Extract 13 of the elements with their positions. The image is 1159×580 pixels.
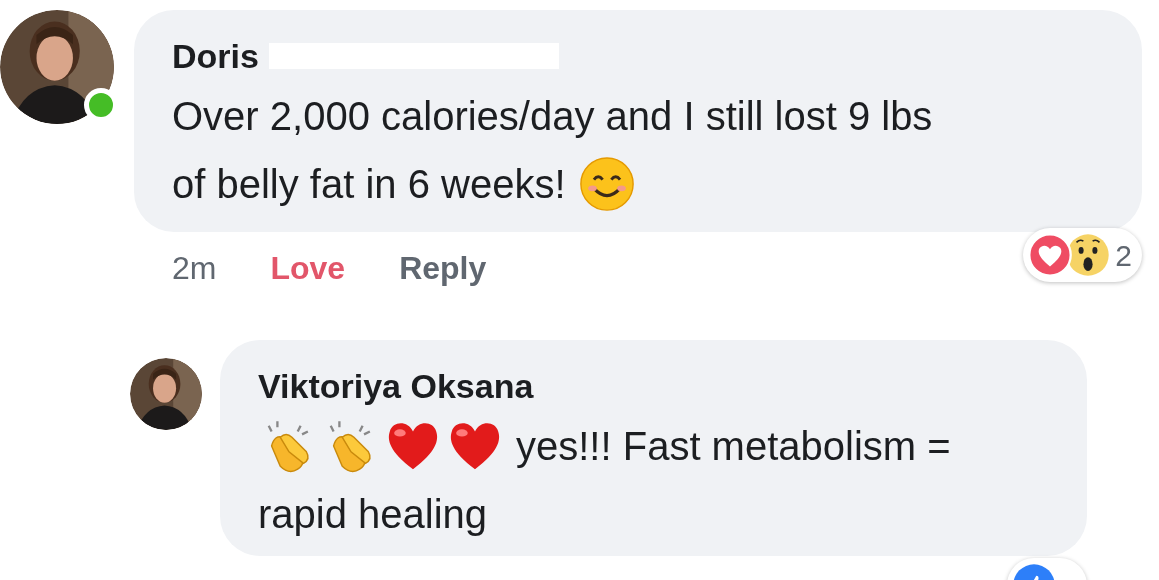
love-reaction-link[interactable]: Love (270, 244, 346, 292)
comment-text: Over 2,000 calories/day and I still lost 9 lbs (172, 93, 933, 140)
author-name: Viktoriya Oksana (258, 366, 534, 406)
reply-link[interactable]: Reply (399, 244, 487, 292)
comment-text: of belly fat in 6 weeks! (172, 161, 566, 208)
comment-text: rapid healing (258, 491, 488, 538)
reaction-count: 2 (1115, 237, 1132, 274)
comment-text: yes!!! Fast metabolism = (516, 423, 951, 470)
timestamp: 2m (172, 249, 217, 288)
reactions-pill[interactable]: 2 (1023, 228, 1142, 282)
smiling-face-icon (577, 155, 636, 213)
heart-reaction-icon (1027, 232, 1074, 278)
author-name: Doris (172, 36, 259, 76)
